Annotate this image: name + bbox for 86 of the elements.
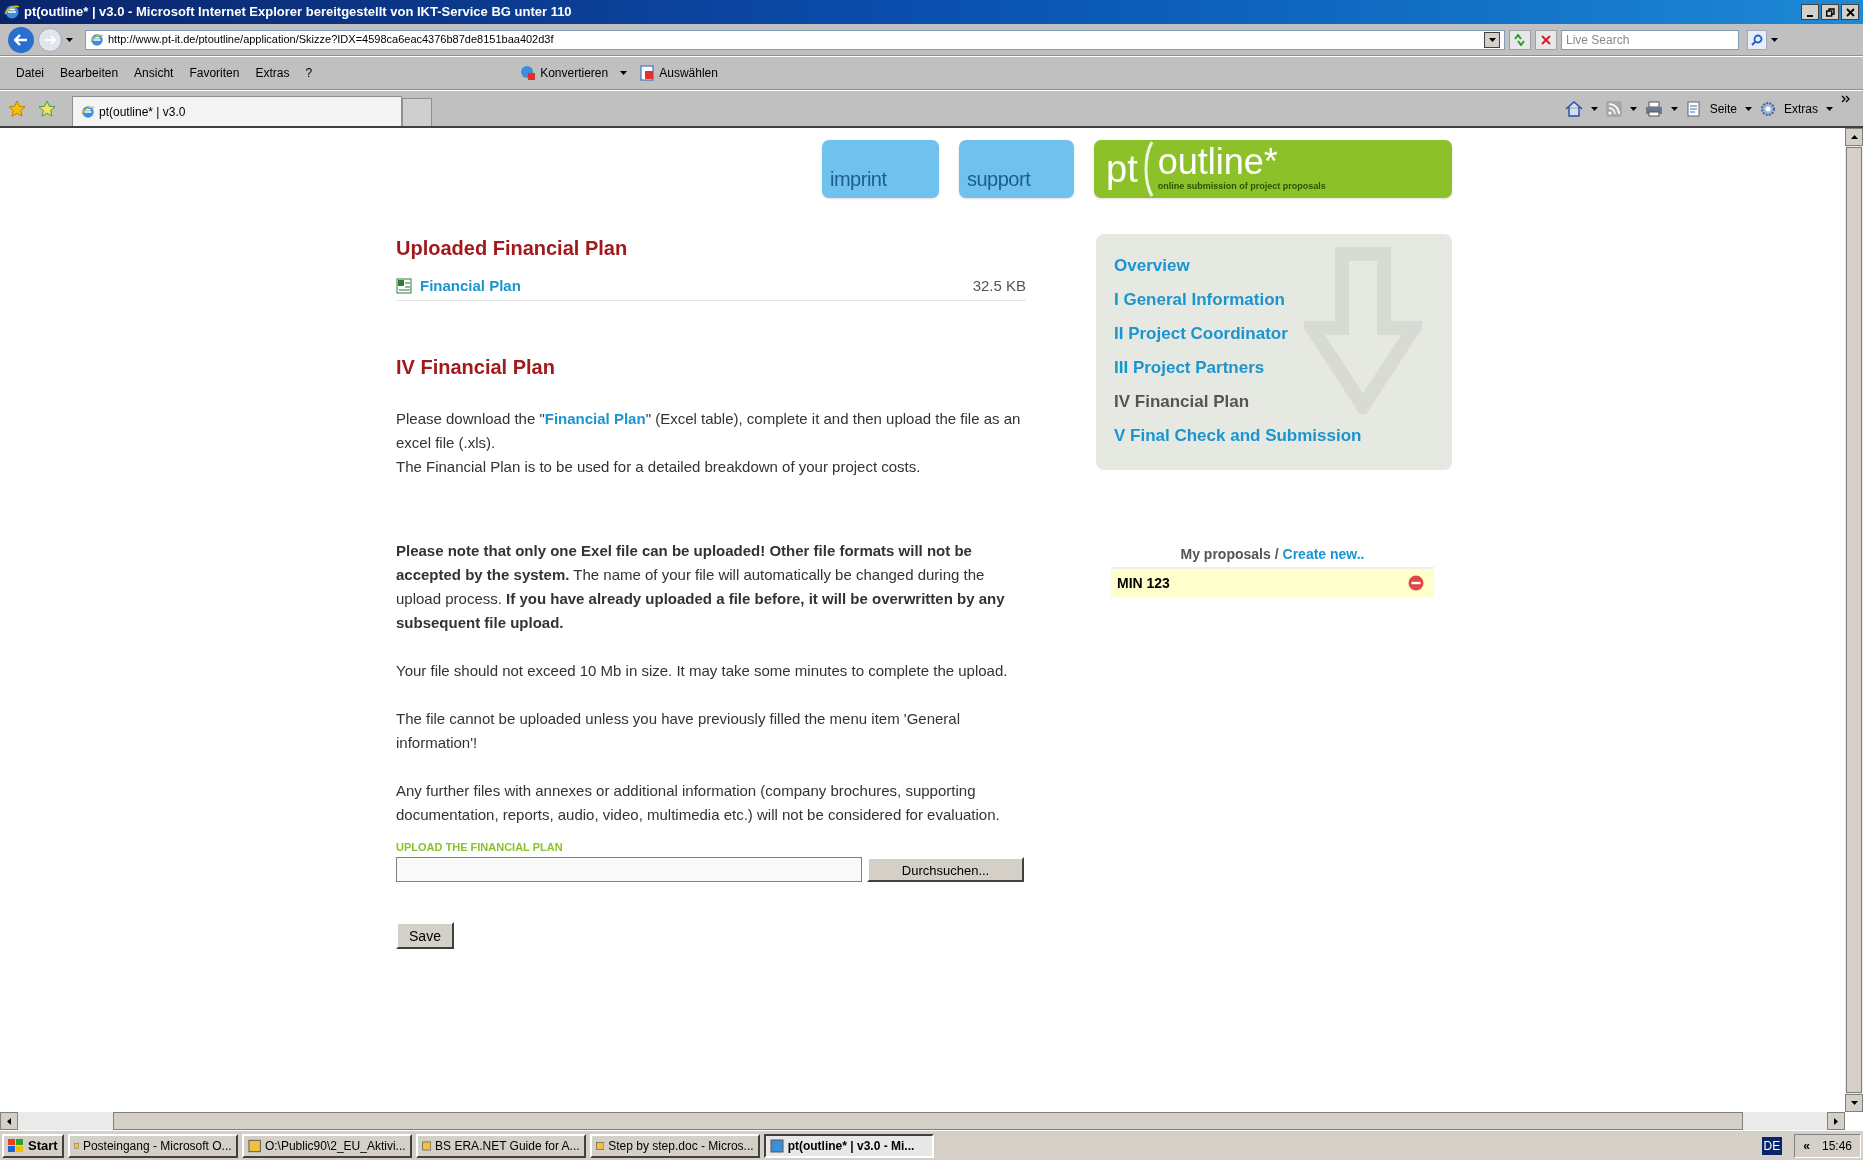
- globe-e-icon: [81, 104, 95, 119]
- windows-logo-icon[interactable]: [8, 1138, 24, 1153]
- proposals-label: My proposals /: [1180, 545, 1279, 564]
- globe-e-icon: [90, 32, 104, 47]
- language-indicator[interactable]: DE: [1761, 1136, 1783, 1155]
- toolbar-button[interactable]: Auswählen: [659, 64, 718, 82]
- section-heading: IV Financial Plan: [396, 355, 556, 380]
- proposal-name: MIN 123: [1117, 573, 1170, 593]
- menu-item[interactable]: Favoriten: [181, 64, 248, 82]
- section-heading: Uploaded Financial Plan: [396, 236, 629, 261]
- restore-icon[interactable]: [1821, 4, 1839, 20]
- app-icon[interactable]: [247, 1138, 261, 1153]
- star-icon[interactable]: [8, 99, 26, 118]
- save-button[interactable]: Save: [396, 922, 454, 949]
- taskbar-button[interactable]: pt(outline* | v3.0 - Mi...: [763, 1133, 934, 1158]
- horizontal-scrollbar[interactable]: [0, 1112, 1845, 1130]
- dropdown-button[interactable]: [1484, 31, 1500, 48]
- dropdown-arrow-icon[interactable]: [1590, 106, 1598, 111]
- home-icon[interactable]: [1564, 100, 1583, 117]
- globe-e-icon: [4, 4, 20, 20]
- taskbar-button[interactable]: O:\Public90\2_EU_Aktivi...: [241, 1133, 412, 1158]
- nav-link[interactable]: IV Financial Plan: [1114, 390, 1250, 414]
- remove-icon[interactable]: [1408, 575, 1424, 591]
- app-icon[interactable]: [421, 1138, 432, 1153]
- upload-label: UPLOAD THE FINANCIAL PLAN: [396, 840, 564, 855]
- gear-icon[interactable]: [1760, 100, 1776, 117]
- instruction-text: The Financial Plan is to be used for a detailed breakdown of your project costs.: [396, 457, 922, 477]
- menu-item[interactable]: Bearbeiten: [52, 64, 127, 82]
- search-icon[interactable]: [1747, 29, 1767, 50]
- file-size: 32.5 KB: [972, 276, 1026, 296]
- dropdown-arrow-icon[interactable]: [620, 71, 628, 75]
- start-button[interactable]: Start: [2, 1133, 64, 1158]
- instruction-text: Any further files with annexes or additional information (company brochures, supporting documentation, reports, audio, video, multimedia etc.) will not be considered for evaluation.: [396, 781, 1001, 825]
- close-icon[interactable]: [1841, 4, 1859, 20]
- expand-tray-button[interactable]: «: [1803, 1136, 1810, 1155]
- proposal-row[interactable]: MIN 123: [1111, 567, 1434, 597]
- minimize-icon[interactable]: [1801, 4, 1819, 20]
- stop-icon[interactable]: [1535, 29, 1557, 50]
- command-button[interactable]: Seite: [1709, 99, 1737, 118]
- dropdown-arrow-icon[interactable]: [66, 37, 73, 42]
- dropdown-arrow-icon[interactable]: [1745, 106, 1752, 111]
- command-button[interactable]: Extras: [1784, 99, 1818, 118]
- browse-button[interactable]: Durchsuchen...: [867, 857, 1024, 882]
- dropdown-arrow-icon[interactable]: [1670, 106, 1678, 111]
- back-button[interactable]: [8, 26, 34, 53]
- instruction-text: Please download the "Financial Plan" (Excel table), complete it and then upload the file as an excel file (.xls).: [396, 409, 1022, 453]
- scroll-right-icon[interactable]: [1834, 1117, 1838, 1125]
- down-triangle-icon[interactable]: [1488, 37, 1496, 42]
- scroll-up-icon[interactable]: [1850, 135, 1858, 139]
- page-icon[interactable]: [1685, 100, 1702, 117]
- spreadsheet-icon: [396, 278, 412, 294]
- menu-item[interactable]: Datei: [8, 64, 52, 82]
- menu-item[interactable]: Ansicht: [126, 64, 182, 82]
- taskbar-button[interactable]: Step by step.doc - Micros...: [589, 1133, 760, 1158]
- logo-tagline: online submission of project proposals: [1157, 180, 1326, 194]
- clock: 15:46: [1821, 1137, 1852, 1155]
- taskbar-button[interactable]: BS ERA.NET Guide for A...: [415, 1133, 586, 1158]
- toolbar-button[interactable]: Konvertieren: [540, 64, 609, 82]
- dropdown-arrow-icon[interactable]: [1826, 106, 1833, 111]
- menu-item[interactable]: Extras: [247, 64, 298, 82]
- chevron-icon[interactable]: [1841, 95, 1851, 103]
- app-icon[interactable]: [769, 1138, 784, 1153]
- instruction-text: The file cannot be uploaded unless you have previously filled the menu item 'General information'!: [396, 709, 962, 753]
- menu-item[interactable]: ?: [297, 64, 321, 82]
- file-input-field[interactable]: [396, 857, 862, 882]
- instruction-text: Please note that only one Exel file can be uploaded! Other file formats will not be accepted by the system. The name of your file will automatically be changed during the upload process. If you have already uploaded a file before, it will be overwritten by any subsequent file upload.: [396, 541, 1006, 633]
- site-logo[interactable]: pt outline* online submission of project proposals: [1094, 140, 1452, 198]
- document-select-icon[interactable]: [639, 65, 656, 81]
- scroll-down-icon[interactable]: [1850, 1101, 1858, 1105]
- convert-icon[interactable]: [520, 65, 537, 81]
- window-title: pt(outline* | v3.0 - Microsoft Internet Explorer bereitgestellt von IKT-Service BG unter 110: [24, 3, 572, 22]
- logo-name: outline*: [1157, 144, 1278, 181]
- url-text: http://www.pt-it.de/ptoutline/application/Skizze?IDX=4598ca6eac4376b87de8151baa402d3f: [108, 32, 554, 48]
- taskbar-button[interactable]: Posteingang - Microsoft O...: [67, 1133, 238, 1158]
- back-arrow-icon[interactable]: [14, 33, 28, 46]
- instruction-text: Your file should not exceed 10 Mb in size. It may take some minutes to complete the upload.: [396, 661, 1009, 681]
- refresh-icon[interactable]: [1509, 29, 1531, 50]
- dropdown-arrow-icon[interactable]: [1771, 37, 1778, 42]
- vertical-scrollbar[interactable]: [1845, 128, 1863, 1112]
- search-field[interactable]: Live Search: [1561, 29, 1739, 50]
- address-field[interactable]: http://www.pt-it.de/ptoutline/application/Skizze?IDX=4598ca6eac4376b87de8151baa402d3f: [85, 29, 1505, 50]
- scroll-left-icon[interactable]: [7, 1117, 11, 1125]
- browser-tab[interactable]: pt(outline* | v3.0: [72, 96, 402, 126]
- print-icon[interactable]: [1644, 100, 1663, 117]
- dropdown-arrow-icon[interactable]: [1629, 106, 1637, 111]
- logo-text: pt: [1106, 150, 1138, 188]
